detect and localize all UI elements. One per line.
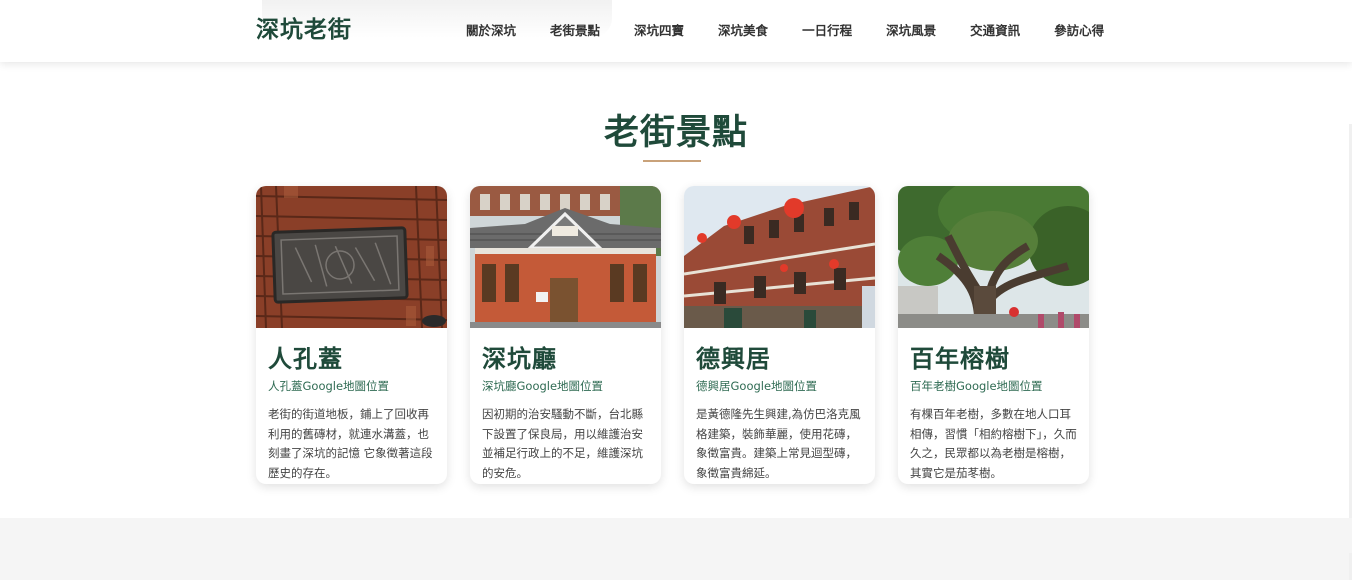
card-title: 深坑廳 xyxy=(482,344,557,373)
site-logo[interactable]: 深坑老街 xyxy=(256,14,352,46)
next-section-band xyxy=(0,518,1352,553)
nav-item-about[interactable]: 關於深坑 xyxy=(458,0,524,62)
title-underline xyxy=(643,160,701,162)
card-title: 人孔蓋 xyxy=(268,344,343,373)
site-header: 深坑老街 關於深坑 老街景點 深坑四寶 深坑美食 一日行程 深坑風景 交通資訊 … xyxy=(0,0,1352,62)
attractions-section: 老街景點 人孔蓋 人孔蓋Google地圖位置 老街的街道地板，鋪上了回收再利用的… xyxy=(0,62,1352,580)
attraction-card-shenkeng-hall[interactable]: 深坑廳 深坑廳Google地圖位置 因初期的治安騷動不斷，台北縣下設置了保良局，… xyxy=(470,186,661,484)
card-title: 百年榕樹 xyxy=(910,344,1010,373)
card-title: 德興居 xyxy=(696,344,771,373)
google-map-link[interactable]: 德興居Google地圖位置 xyxy=(696,378,817,394)
card-description: 因初期的治安騷動不斷，台北縣下設置了保良局，用以維護治安並補足行政上的不足，維護… xyxy=(482,407,643,480)
attraction-card-dexing[interactable]: 德興居 德興居Google地圖位置 是黃德隆先生興建,為仿巴洛克風格建築，裝飾華… xyxy=(684,186,875,484)
nav-item-day-trip[interactable]: 一日行程 xyxy=(794,0,860,62)
google-map-link[interactable]: 百年老樹Google地圖位置 xyxy=(910,378,1043,394)
nav-item-food[interactable]: 深坑美食 xyxy=(710,0,776,62)
old-tree-image xyxy=(898,186,1089,328)
nav-item-attractions[interactable]: 老街景點 xyxy=(542,0,608,62)
dexing-residence-image xyxy=(684,186,875,328)
nav-item-reviews[interactable]: 參訪心得 xyxy=(1046,0,1112,62)
main-nav: 關於深坑 老街景點 深坑四寶 深坑美食 一日行程 深坑風景 交通資訊 參訪心得 xyxy=(458,0,1130,62)
google-map-link[interactable]: 深坑廳Google地圖位置 xyxy=(482,378,603,394)
nav-item-scenery[interactable]: 深坑風景 xyxy=(878,0,944,62)
google-map-link[interactable]: 人孔蓋Google地圖位置 xyxy=(268,378,389,394)
manhole-cover-image xyxy=(256,186,447,328)
nav-item-transport[interactable]: 交通資訊 xyxy=(962,0,1028,62)
shenkeng-hall-image xyxy=(470,186,661,328)
nav-item-four-treasures[interactable]: 深坑四寶 xyxy=(626,0,692,62)
card-description: 有棵百年老樹，多數在地人口耳相傳，習慣「相約榕樹下」，久而久之，民眾都以為老樹是… xyxy=(910,407,1077,480)
attraction-card-old-tree[interactable]: 百年榕樹 百年老樹Google地圖位置 有棵百年老樹，多數在地人口耳相傳，習慣「… xyxy=(898,186,1089,484)
card-description: 是黃德隆先生興建,為仿巴洛克風格建築，裝飾華麗，使用花磚，象徵富貴。建築上常見迴… xyxy=(696,407,861,480)
section-title: 老街景點 xyxy=(603,112,748,153)
attraction-card-manhole[interactable]: 人孔蓋 人孔蓋Google地圖位置 老街的街道地板，鋪上了回收再利用的舊磚材，就… xyxy=(256,186,447,484)
card-description: 老街的街道地板，鋪上了回收再利用的舊磚材，就連水溝蓋，也刻畫了深坑的記憶 它象徵… xyxy=(268,407,433,480)
